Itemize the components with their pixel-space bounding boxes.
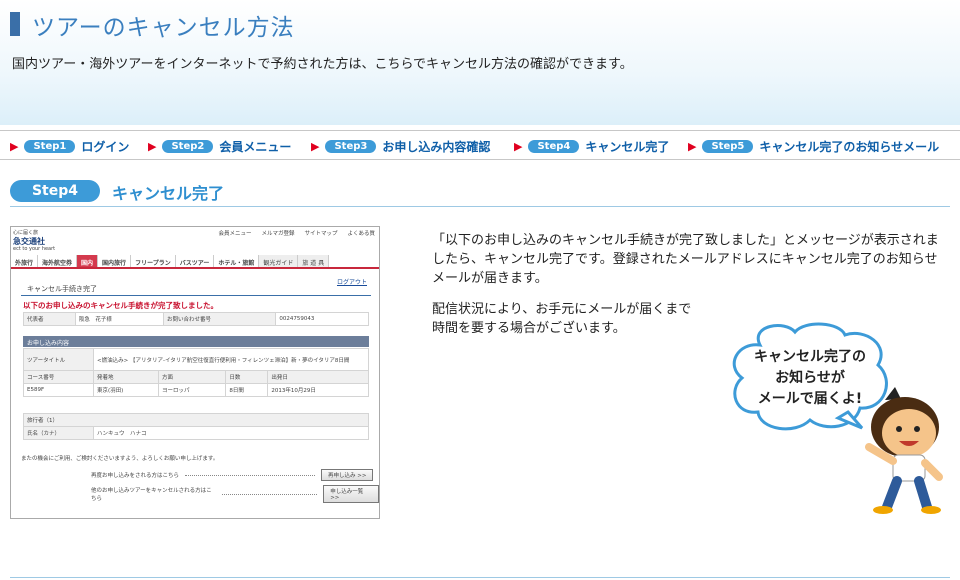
site-nav: 外旅行 海外航空券 国内 国内旅行 フリープラン バスツアー ホテル・旅館 観光… (11, 255, 379, 269)
section-step-pill: Step4 (10, 180, 100, 202)
cell: 氏名（カナ） (23, 426, 94, 440)
cell: 出発日 (267, 370, 369, 384)
box-title: キャンセル手続き完了 (21, 284, 371, 296)
dotted-line (185, 474, 316, 476)
cell: 方面 (157, 370, 227, 384)
example-screenshot: 心に届く旅 急交通社 ect to your heart 会員メニュー メルマガ… (10, 226, 380, 519)
top-link: よくある質 (347, 231, 375, 237)
logo-subtitle: ect to your heart (13, 246, 56, 252)
description-line: 時間を要する場合がございます。 (432, 321, 626, 336)
cell: 東京(羽田) (93, 383, 159, 397)
cell: E589F (23, 383, 94, 397)
step-label: キャンセル完了 (585, 139, 670, 154)
intro-text: 国内ツアー・海外ツアーをインターネットで予約された方は、こちらでキャンセル方法の… (12, 57, 633, 72)
step-navigation: ▶ Step1 ログイン ▶ Step2 会員メニュー ▶ Step3 お申し込… (0, 130, 960, 160)
arrow-right-icon: ▶ (688, 139, 697, 153)
step-pill: Step4 (528, 139, 580, 153)
subhead: お申し込み内容 (23, 336, 369, 347)
step-pill: Step2 (162, 139, 214, 153)
reapply-row: 再度お申し込みをされる方はこちら 再申し込み >> (91, 469, 374, 481)
step-4-link[interactable]: ▶ Step4 キャンセル完了 (514, 137, 669, 155)
nav-item: バスツアー (176, 255, 215, 267)
step-pill: Step1 (24, 139, 76, 153)
nav-item: ホテル・旅館 (214, 255, 260, 267)
step-label: お申し込み内容確認 (382, 139, 491, 154)
description-paragraph: 「以下のお申し込みのキャンセル手続きが完了致しました」とメッセージが表示されまし… (432, 233, 939, 286)
reapply-text: 再度お申し込みをされる方はこちら (91, 473, 180, 479)
page-title: ツアーのキャンセル方法 (32, 15, 295, 41)
step-label: ログイン (81, 139, 130, 154)
bubble-line: キャンセル完了の (754, 349, 866, 365)
list-text: 他のお申し込みツアーをキャンセルされる方はこちら (91, 488, 212, 502)
bottom-divider (10, 577, 950, 578)
tour-table: ツアータイトル <燃油込み> 【アリタリア-イタリア航空往復直行便利用・フィレン… (23, 348, 369, 397)
dotted-line (222, 493, 318, 495)
cell: 0024759043 (275, 312, 369, 326)
step-5-link[interactable]: ▶ Step5 キャンセル完了のお知らせメール (688, 137, 939, 155)
arrow-right-icon: ▶ (514, 139, 523, 153)
step-label: 会員メニュー (219, 139, 292, 154)
cell: ツアータイトル (23, 348, 94, 371)
cell: お問い合わせ番号 (162, 312, 277, 326)
title-marker (10, 12, 20, 36)
reapply-button: 再申し込み >> (321, 469, 374, 481)
section-divider (10, 206, 950, 207)
cell: 2013年10月29日 (267, 383, 369, 397)
arrow-right-icon: ▶ (311, 139, 320, 153)
cancel-complete-message: 以下のお申し込みのキャンセル手続きが完了致しました。 (23, 301, 218, 310)
cell: ヨーロッパ (157, 383, 227, 397)
cell: 旅行者（1） (23, 413, 369, 427)
top-link: メルマガ登録 (261, 231, 295, 237)
cell: ハンキュウ ハナコ (93, 426, 369, 440)
step-3-link[interactable]: ▶ Step3 お申し込み内容確認 (311, 137, 490, 155)
nav-item: 外旅行 (11, 255, 39, 267)
arrow-right-icon: ▶ (10, 139, 19, 153)
nav-item: 海外航空券 (38, 255, 78, 267)
footer-text: またの機会にご利用、ご検討くださいますよう、よろしくお願い申し上げます。 (21, 456, 219, 462)
nav-item: 国内旅行 (98, 255, 132, 267)
description-line: 配信状況により、お手元にメールが届くまで (432, 302, 692, 317)
contact-table: 代表者 阪急 花子様 お問い合わせ番号 0024759043 (23, 312, 369, 326)
top-link: 会員メニュー (218, 231, 252, 237)
cell: <燃油込み> 【アリタリア-イタリア航空往復直行便利用・フィレンツェ滞泊】新・夢… (93, 348, 369, 371)
list-button: 申し込み一覧 >> (323, 485, 379, 503)
step-label: キャンセル完了のお知らせメール (759, 139, 940, 154)
top-links: 会員メニュー メルマガ登録 サイトマップ よくある質 (218, 229, 375, 237)
cell: 代表者 (23, 312, 76, 326)
nav-item: 観光ガイド (259, 255, 299, 267)
traveler-table: 旅行者（1） 氏名（カナ） ハンキュウ ハナコ (23, 413, 369, 440)
cell: 日数 (225, 370, 269, 384)
cell: コース番号 (23, 370, 94, 384)
step-2-link[interactable]: ▶ Step2 会員メニュー (148, 137, 291, 155)
list-row: 他のお申し込みツアーをキャンセルされる方はこちら 申し込み一覧 >> (91, 485, 379, 503)
section-title: キャンセル完了 (112, 184, 225, 203)
top-link: サイトマップ (304, 231, 338, 237)
nav-item: 国内 (77, 255, 99, 267)
step-1-link[interactable]: ▶ Step1 ログイン (10, 137, 129, 155)
mascot-character-icon (865, 387, 943, 514)
cell: 8日間 (225, 383, 269, 397)
nav-item: 旅 道 具 (298, 255, 330, 267)
arrow-right-icon: ▶ (148, 139, 157, 153)
step-pill: Step3 (325, 139, 377, 153)
nav-item: フリープラン (131, 255, 176, 267)
cell: 発着地 (93, 370, 159, 384)
logo-tagline: 心に届く旅 (13, 230, 39, 236)
page-header: ツアーのキャンセル方法 国内ツアー・海外ツアーをインターネットで予約された方は、… (0, 0, 960, 125)
cell: 阪急 花子様 (74, 312, 164, 326)
step-pill: Step5 (702, 139, 754, 153)
